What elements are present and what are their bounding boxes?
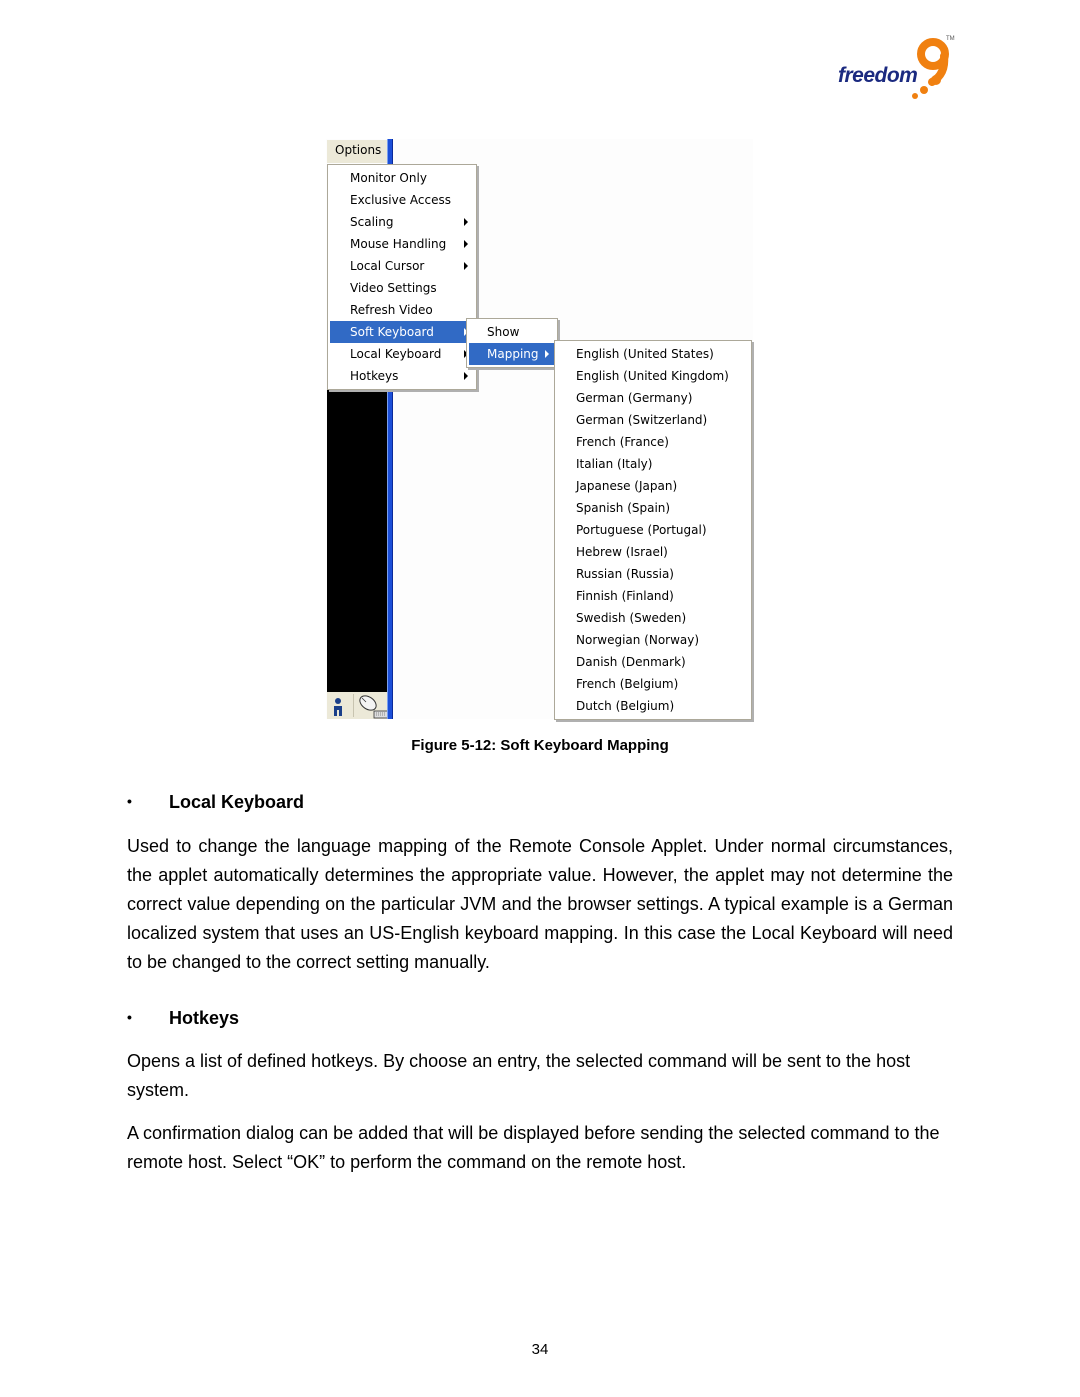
section-heading-hotkeys: • Hotkeys bbox=[127, 1008, 239, 1029]
soft-keyboard-submenu: Show Mapping bbox=[466, 318, 558, 368]
menu-item-label: Refresh Video bbox=[350, 303, 433, 317]
mapping-item[interactable]: English (United Kingdom) bbox=[555, 365, 751, 387]
menu-item-label: Mouse Handling bbox=[350, 237, 447, 251]
mapping-item[interactable]: Japanese (Japan) bbox=[555, 475, 751, 497]
mapping-item[interactable]: Norwegian (Norway) bbox=[555, 629, 751, 651]
section-heading-local-keyboard: • Local Keyboard bbox=[127, 792, 304, 813]
menu-item-scaling[interactable]: Scaling bbox=[330, 211, 474, 233]
submenu-arrow-icon bbox=[464, 262, 468, 270]
paragraph: A confirmation dialog can be added that … bbox=[127, 1123, 940, 1172]
menu-item-local-cursor[interactable]: Local Cursor bbox=[330, 255, 474, 277]
mapping-item[interactable]: Danish (Denmark) bbox=[555, 651, 751, 673]
user-icon bbox=[334, 698, 342, 716]
menu-item-show[interactable]: Show bbox=[469, 321, 555, 343]
menu-item-label: Hotkeys bbox=[350, 369, 399, 383]
mapping-item[interactable]: Portuguese (Portugal) bbox=[555, 519, 751, 541]
paragraph: Opens a list of defined hotkeys. By choo… bbox=[127, 1051, 911, 1100]
bullet: • bbox=[127, 1009, 132, 1025]
submenu-arrow-icon bbox=[464, 240, 468, 248]
mapping-item[interactable]: German (Switzerland) bbox=[555, 409, 751, 431]
menu-item-mapping[interactable]: Mapping bbox=[469, 343, 555, 365]
options-menu-button[interactable]: Options bbox=[327, 140, 387, 163]
menu-item-label: Monitor Only bbox=[350, 171, 427, 185]
menu-item-soft-keyboard[interactable]: Soft Keyboard bbox=[330, 321, 474, 343]
mapping-item[interactable]: Dutch (Belgium) bbox=[555, 695, 751, 717]
mapping-item[interactable]: Spanish (Spain) bbox=[555, 497, 751, 519]
page-number: 34 bbox=[531, 1341, 549, 1358]
mapping-item[interactable]: German (Germany) bbox=[555, 387, 751, 409]
paragraph: Used to change the language mapping of t… bbox=[127, 836, 953, 972]
menu-item-label: Video Settings bbox=[350, 281, 437, 295]
menu-item-local-keyboard[interactable]: Local Keyboard bbox=[330, 343, 474, 365]
menu-item-label: Exclusive Access bbox=[350, 193, 451, 207]
mapping-item[interactable]: Russian (Russia) bbox=[555, 563, 751, 585]
submenu-arrow-icon bbox=[545, 350, 549, 358]
mapping-submenu: English (United States) English (United … bbox=[554, 340, 752, 720]
mapping-item[interactable]: Hebrew (Israel) bbox=[555, 541, 751, 563]
figure-screenshot: Options Monitor Only Exclusive Access Sc… bbox=[326, 139, 753, 720]
menu-item-mouse-handling[interactable]: Mouse Handling bbox=[330, 233, 474, 255]
submenu-arrow-icon bbox=[464, 372, 468, 380]
remote-screen-area bbox=[327, 390, 387, 692]
trademark-mark: TM bbox=[946, 36, 955, 42]
figure-caption: Figure 5-12: Soft Keyboard Mapping bbox=[411, 737, 669, 754]
mapping-item[interactable]: Italian (Italy) bbox=[555, 453, 751, 475]
heading-text: Hotkeys bbox=[169, 1008, 240, 1028]
menu-item-label: Local Keyboard bbox=[350, 347, 442, 361]
submenu-arrow-icon bbox=[464, 218, 468, 226]
options-menu: Monitor Only Exclusive Access Scaling Mo… bbox=[327, 164, 477, 390]
menu-item-label: Scaling bbox=[350, 215, 394, 229]
mapping-item[interactable]: French (Belgium) bbox=[555, 673, 751, 695]
menu-item-label: Mapping bbox=[487, 347, 539, 361]
freedom9-logo: freedom TM bbox=[836, 36, 956, 102]
applet-status-bar bbox=[327, 692, 389, 719]
menu-item-video-settings[interactable]: Video Settings bbox=[330, 277, 474, 299]
menu-item-label: Show bbox=[487, 325, 520, 339]
mapping-item[interactable]: French (France) bbox=[555, 431, 751, 453]
menu-item-refresh-video[interactable]: Refresh Video bbox=[330, 299, 474, 321]
mouse-keyboard-icon bbox=[359, 695, 389, 719]
menu-item-label: Local Cursor bbox=[350, 259, 425, 273]
mapping-item[interactable]: Swedish (Sweden) bbox=[555, 607, 751, 629]
menu-item-monitor-only[interactable]: Monitor Only bbox=[330, 167, 474, 189]
menu-item-hotkeys[interactable]: Hotkeys bbox=[330, 365, 474, 387]
logo-nine-icon bbox=[912, 38, 949, 99]
mapping-item[interactable]: English (United States) bbox=[555, 343, 751, 365]
menu-item-label: Soft Keyboard bbox=[350, 325, 434, 339]
bullet: • bbox=[127, 793, 132, 809]
heading-text: Local Keyboard bbox=[169, 792, 305, 812]
mapping-item[interactable]: Finnish (Finland) bbox=[555, 585, 751, 607]
menu-item-exclusive-access[interactable]: Exclusive Access bbox=[330, 189, 474, 211]
status-separator bbox=[353, 694, 354, 717]
